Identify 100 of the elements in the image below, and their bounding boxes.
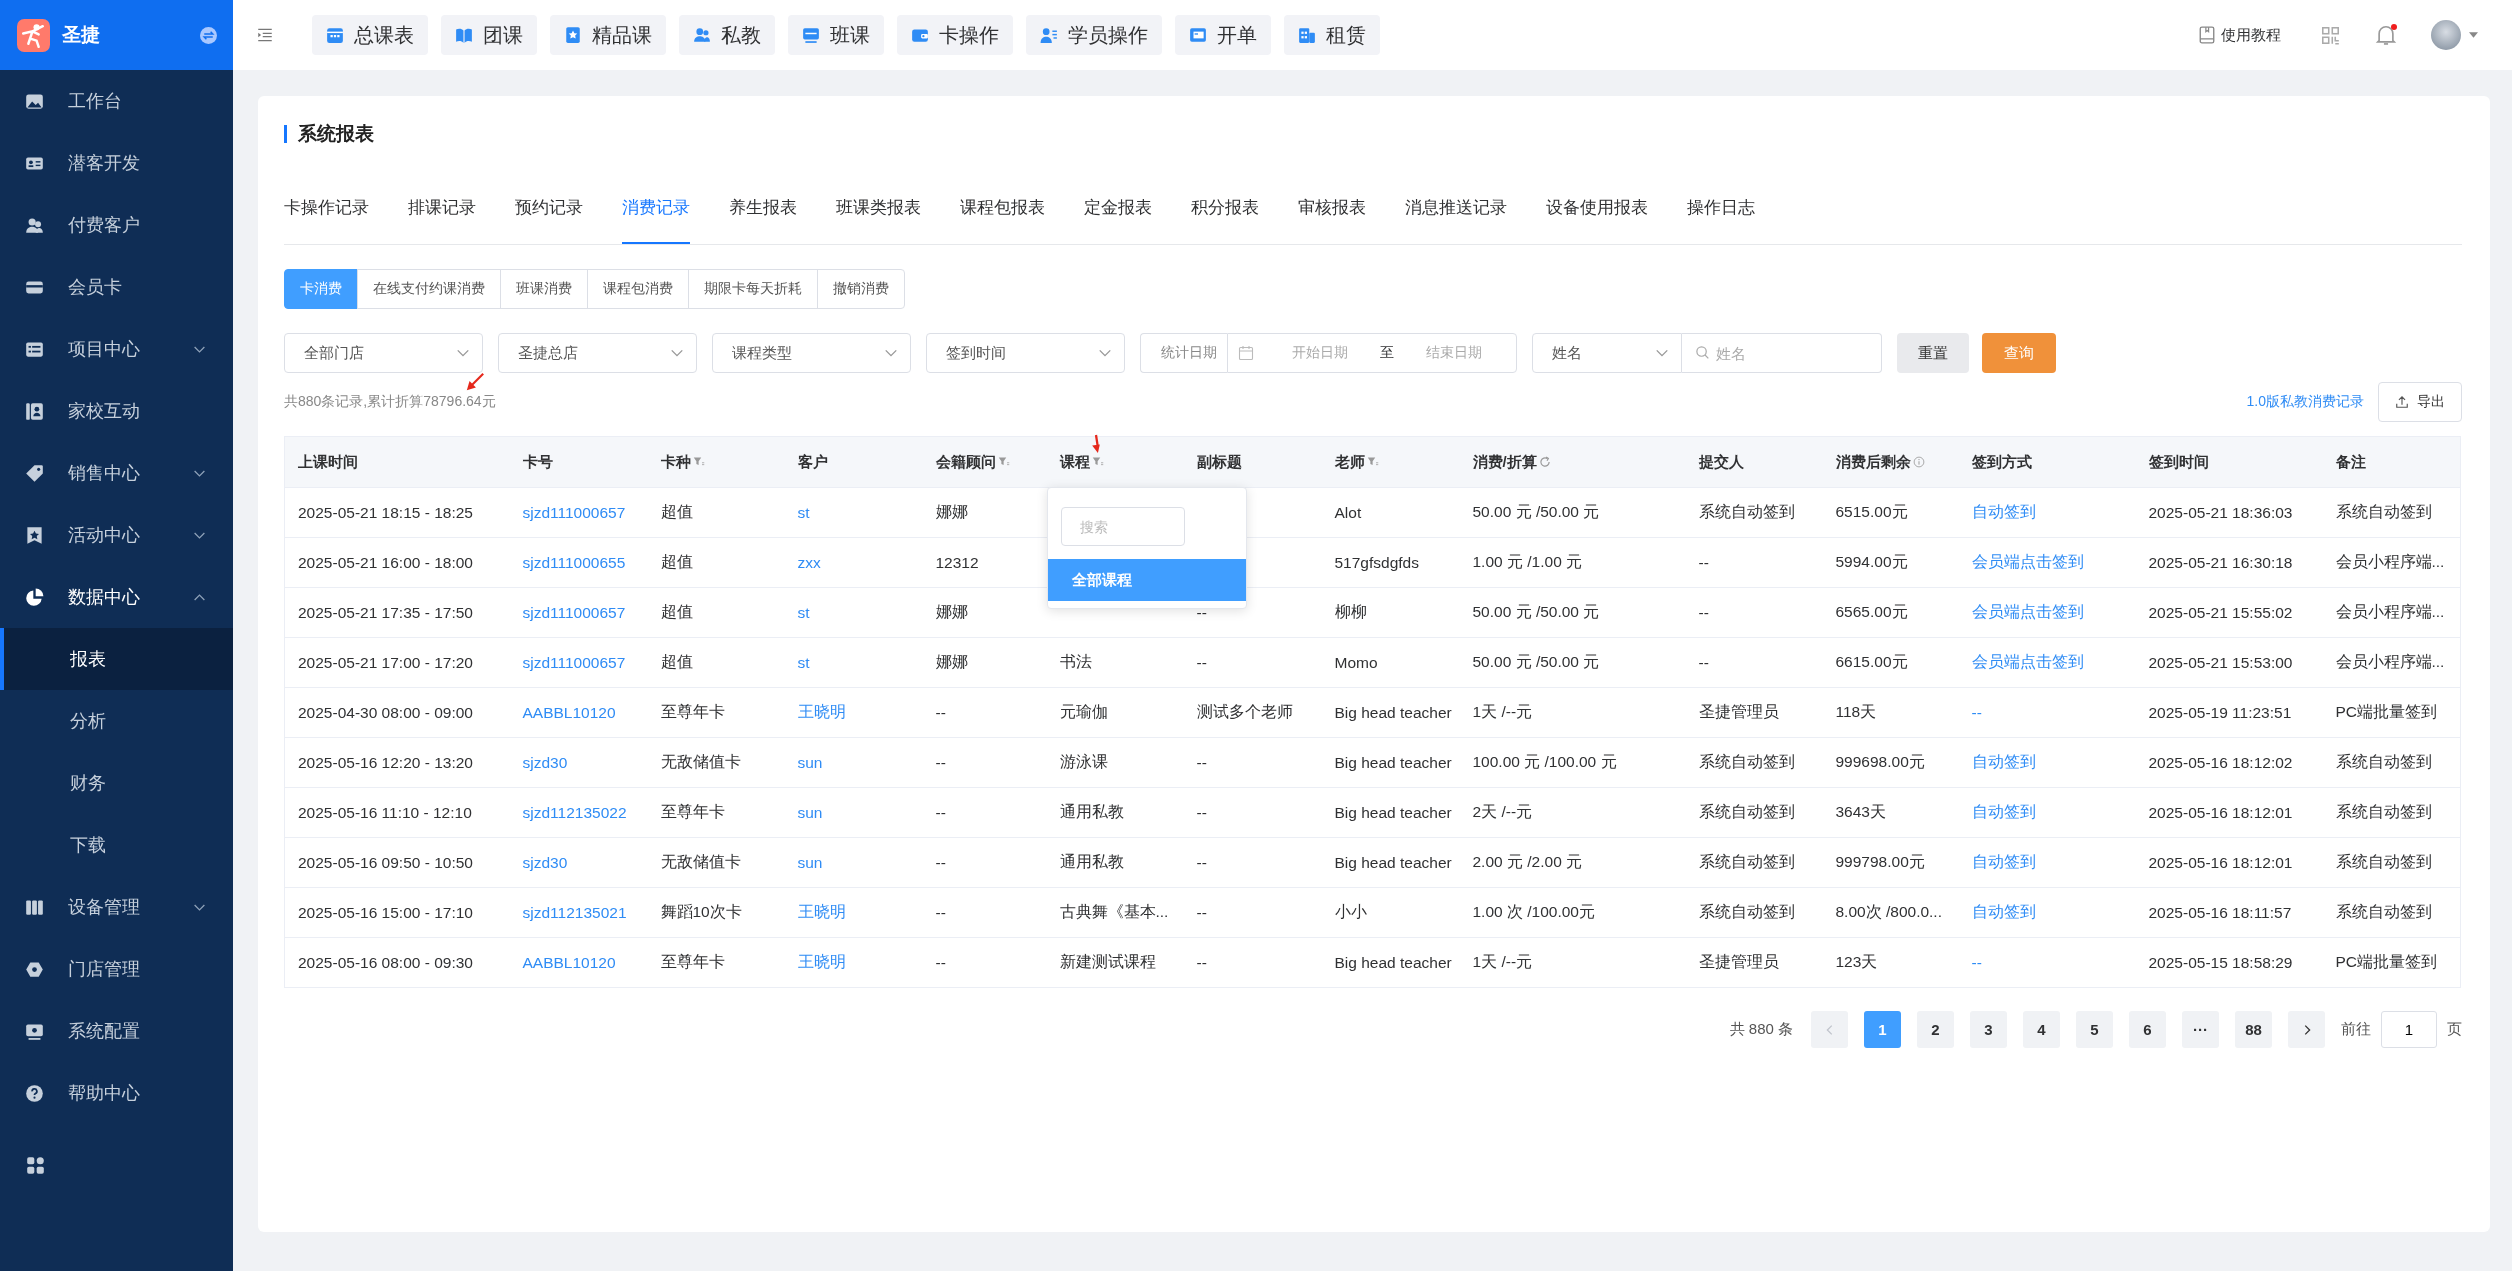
table-cell: --: [935, 803, 946, 821]
table-link[interactable]: 自动签到: [1971, 853, 2036, 870]
refresh-icon[interactable]: [1538, 455, 1551, 468]
nav-button[interactable]: 租赁: [1284, 15, 1380, 55]
page-button[interactable]: 88: [2235, 1011, 2272, 1048]
report-tab[interactable]: 卡操作记录: [284, 172, 369, 244]
report-tab[interactable]: 预约记录: [515, 172, 583, 244]
sub-tab[interactable]: 课程包消费: [587, 269, 689, 309]
sidebar-subitem[interactable]: 报表: [0, 628, 233, 690]
select-field[interactable]: 签到时间: [926, 333, 1125, 373]
table-link[interactable]: st: [797, 653, 810, 671]
page-button[interactable]: 6: [2129, 1011, 2166, 1048]
table-link[interactable]: 会员端点击签到: [1971, 653, 2084, 670]
sidebar-item[interactable]: 销售中心: [0, 442, 233, 504]
grid-icon[interactable]: [26, 1156, 45, 1175]
table-link[interactable]: st: [797, 503, 810, 521]
report-tab[interactable]: 操作日志: [1687, 172, 1755, 244]
table-link[interactable]: st: [797, 603, 810, 621]
swap-icon[interactable]: [200, 26, 217, 44]
nav-button[interactable]: 卡操作: [897, 15, 1013, 55]
page-button[interactable]: ···: [2182, 1011, 2219, 1048]
table-link[interactable]: zxx: [797, 553, 821, 571]
export-button[interactable]: 导出: [2378, 382, 2462, 422]
select-field[interactable]: 全部门店: [284, 333, 483, 373]
table-cell: 系统自动签到: [2335, 753, 2432, 770]
sub-tab[interactable]: 撤销消费: [817, 269, 905, 309]
date-range-field[interactable]: 开始日期 至 结束日期: [1227, 333, 1517, 373]
table-cell: 至尊年卡: [660, 803, 725, 820]
report-tab[interactable]: 定金报表: [1084, 172, 1152, 244]
sidebar-item[interactable]: 项目中心: [0, 318, 233, 380]
report-tab[interactable]: 消费记录: [622, 172, 690, 244]
qr-code-icon[interactable]: [2321, 25, 2340, 45]
menu-icon[interactable]: [256, 26, 274, 44]
sidebar-item[interactable]: 系统配置: [0, 1000, 233, 1062]
filter-icon[interactable]: [1366, 455, 1379, 468]
sidebar-item[interactable]: 家校互动: [0, 380, 233, 442]
nav-button[interactable]: 总课表: [312, 15, 428, 55]
select-field[interactable]: 课程类型: [712, 333, 911, 373]
table-link[interactable]: 自动签到: [1971, 753, 2036, 770]
sidebar-item[interactable]: 潜客开发: [0, 132, 233, 194]
report-tab[interactable]: 班课类报表: [836, 172, 921, 244]
sidebar-item[interactable]: 会员卡: [0, 256, 233, 318]
table-cell: 2025-05-16 18:12:02: [2148, 753, 2293, 771]
filter-icon[interactable]: [997, 455, 1010, 468]
sub-tab[interactable]: 班课消费: [500, 269, 588, 309]
table-link[interactable]: 王晓明: [797, 903, 846, 920]
select-field[interactable]: 姓名: [1532, 333, 1682, 373]
filter-icon[interactable]: [692, 455, 705, 468]
nav-button[interactable]: 开单: [1175, 15, 1271, 55]
legacy-link[interactable]: 1.0版私教消费记录: [2246, 393, 2364, 411]
filter-icon[interactable]: [1091, 455, 1104, 468]
reset-button[interactable]: 重置: [1897, 333, 1969, 373]
report-tab[interactable]: 消息推送记录: [1405, 172, 1507, 244]
sidebar-item[interactable]: 数据中心: [0, 566, 233, 628]
sidebar-item[interactable]: 帮助中心: [0, 1062, 233, 1124]
nav-button[interactable]: 团课: [441, 15, 537, 55]
sidebar-subitem[interactable]: 下载: [0, 814, 233, 876]
logo-icon[interactable]: [17, 18, 50, 52]
table-link[interactable]: 自动签到: [1971, 503, 2036, 520]
search-field[interactable]: 搜索: [1060, 507, 1185, 546]
table-link[interactable]: 自动签到: [1971, 903, 2036, 920]
table-link[interactable]: 会员端点击签到: [1971, 603, 2084, 620]
notification-button[interactable]: [2375, 24, 2397, 46]
table-link[interactable]: 王晓明: [797, 953, 846, 970]
sidebar-subitem[interactable]: 财务: [0, 752, 233, 814]
sub-tab[interactable]: 期限卡每天折耗: [688, 269, 818, 309]
nav-button[interactable]: 班课: [788, 15, 884, 55]
sidebar-item[interactable]: 活动中心: [0, 504, 233, 566]
page-button[interactable]: 4: [2023, 1011, 2060, 1048]
nav-button[interactable]: 私教: [679, 15, 775, 55]
report-tab[interactable]: 排课记录: [408, 172, 476, 244]
avatar[interactable]: [2431, 20, 2461, 50]
page-input[interactable]: 1: [2381, 1011, 2437, 1048]
page-suffix: 页: [2447, 1020, 2462, 1039]
report-tab[interactable]: 审核报表: [1298, 172, 1366, 244]
nav-button[interactable]: 学员操作: [1026, 15, 1162, 55]
sub-tab[interactable]: 在线支付约课消费: [357, 269, 501, 309]
report-tab[interactable]: 课程包报表: [960, 172, 1045, 244]
table-link[interactable]: 自动签到: [1971, 803, 2036, 820]
nav-button[interactable]: 精品课: [550, 15, 666, 55]
tutorial-link[interactable]: 使用教程: [2198, 25, 2281, 45]
page-button[interactable]: 5: [2076, 1011, 2113, 1048]
info-icon[interactable]: [1912, 455, 1925, 468]
table-cell: 新建测试课程: [1059, 953, 1156, 970]
table-cell: Big head teacher: [1334, 953, 1452, 971]
sidebar-subitem[interactable]: 分析: [0, 690, 233, 752]
page-button[interactable]: 3: [1970, 1011, 2007, 1048]
search-field[interactable]: 姓名: [1682, 333, 1882, 373]
page-button[interactable]: 2: [1917, 1011, 1954, 1048]
report-tab[interactable]: 积分报表: [1191, 172, 1259, 244]
sidebar-item[interactable]: 设备管理: [0, 876, 233, 938]
select-field[interactable]: 圣捷总店: [498, 333, 697, 373]
report-tab[interactable]: 养生报表: [729, 172, 797, 244]
sidebar-item[interactable]: 门店管理: [0, 938, 233, 1000]
caret-icon[interactable]: [2469, 32, 2478, 38]
sidebar-item[interactable]: 付费客户: [0, 194, 233, 256]
report-tab[interactable]: 设备使用报表: [1546, 172, 1648, 244]
sidebar-item[interactable]: 工作台: [0, 70, 233, 132]
table-link[interactable]: 会员端点击签到: [1971, 553, 2084, 570]
table-link[interactable]: 王晓明: [797, 703, 846, 720]
